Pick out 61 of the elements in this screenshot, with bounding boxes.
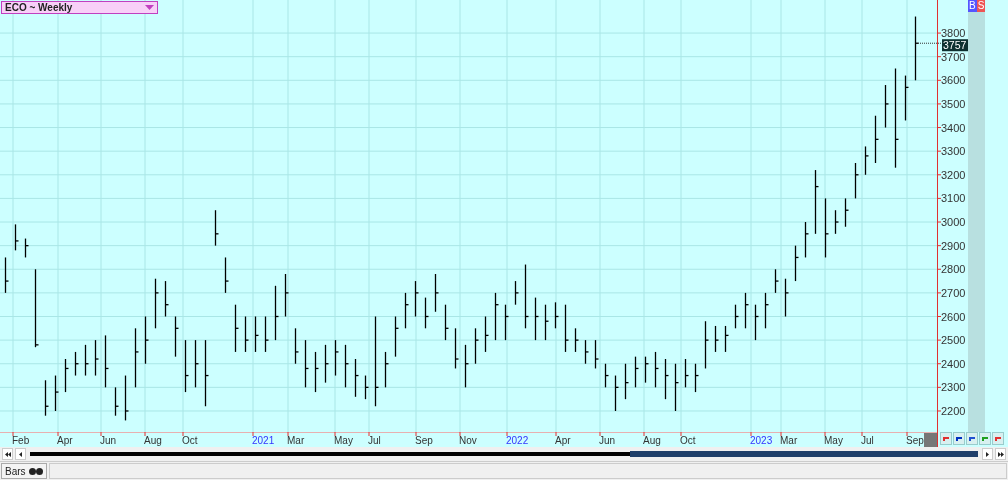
scroll-track[interactable]: [30, 452, 978, 456]
x-axis-label: 2021: [252, 435, 275, 446]
status-label: Bars: [5, 464, 26, 479]
x-axis-label: Feb: [12, 435, 30, 446]
scroll-first-button[interactable]: [2, 448, 13, 460]
y-axis-label: 2300: [941, 381, 966, 394]
x-axis-label: Mar: [780, 435, 798, 446]
status-tab[interactable]: Bars: [1, 463, 47, 479]
y-axis-label: 2900: [941, 239, 966, 252]
x-axis-label: Apr: [57, 435, 73, 446]
dots-icon: [28, 467, 43, 475]
y-axis-label: 3300: [941, 145, 966, 158]
legend-chip[interactable]: B: [968, 0, 977, 12]
x-axis-label: Jul: [861, 435, 874, 446]
y-axis-label: 3800: [941, 27, 966, 40]
y-axis-label: 2600: [941, 310, 966, 323]
chart-title-dropdown[interactable]: ECO ~ Weekly: [1, 1, 158, 14]
x-axis-label: Oct: [182, 435, 198, 446]
y-axis-label: 3000: [941, 216, 966, 228]
toolbar-icon[interactable]: [966, 432, 978, 445]
x-axis-label: Jul: [368, 435, 381, 446]
x-axis-label: Nov: [459, 435, 477, 446]
scroll-forward-button[interactable]: [982, 448, 993, 460]
toolbar-icon[interactable]: [953, 432, 965, 445]
dropdown-caret-icon: [145, 5, 154, 10]
scroll-thumb[interactable]: [630, 451, 978, 457]
x-axis-label: May: [824, 435, 843, 446]
x-axis-label: Aug: [144, 435, 162, 446]
double-right-arrow-icon: [997, 451, 1004, 457]
toolbar-icon[interactable]: [940, 432, 952, 445]
last-price-label: 3757: [942, 39, 968, 52]
toolbar-icon[interactable]: [992, 432, 1004, 445]
y-axis-label: 2500: [941, 334, 966, 347]
x-axis-label: Sep: [415, 435, 433, 446]
y-axis-label: 3200: [941, 168, 966, 181]
x-axis-label: Sep: [906, 435, 924, 446]
x-axis-label: 2022: [506, 435, 529, 446]
right-arrow-icon: [986, 451, 989, 457]
double-left-arrow-icon: [4, 451, 11, 457]
left-arrow-icon: [19, 451, 22, 457]
scroll-corner: [924, 433, 937, 447]
y-axis-label: 3500: [941, 97, 966, 110]
leader-line: [917, 42, 943, 44]
x-axis-label: Jun: [599, 435, 616, 446]
y-axis-label: 3400: [941, 121, 966, 134]
x-axis-label: May: [334, 435, 353, 446]
x-axis-label: Aug: [643, 435, 661, 446]
scroll-last-button[interactable]: [995, 448, 1006, 460]
x-axis-label: 2023: [750, 435, 773, 446]
y-axis-label: 3100: [941, 192, 966, 205]
x-axis-label: Apr: [555, 435, 571, 446]
x-axis-label: Oct: [680, 435, 696, 446]
y-axis-label: 3600: [941, 74, 966, 87]
y-axis-label: 2800: [941, 263, 966, 276]
y-axis-label: 3700: [941, 50, 966, 63]
y-axis-label: 2400: [941, 357, 966, 370]
y-axis-label: 2700: [941, 286, 966, 299]
scroll-back-button[interactable]: [15, 448, 26, 460]
x-axis-label: Jun: [100, 435, 117, 446]
y-axis-label: 2200: [941, 405, 966, 417]
x-axis-label: Mar: [287, 435, 305, 446]
